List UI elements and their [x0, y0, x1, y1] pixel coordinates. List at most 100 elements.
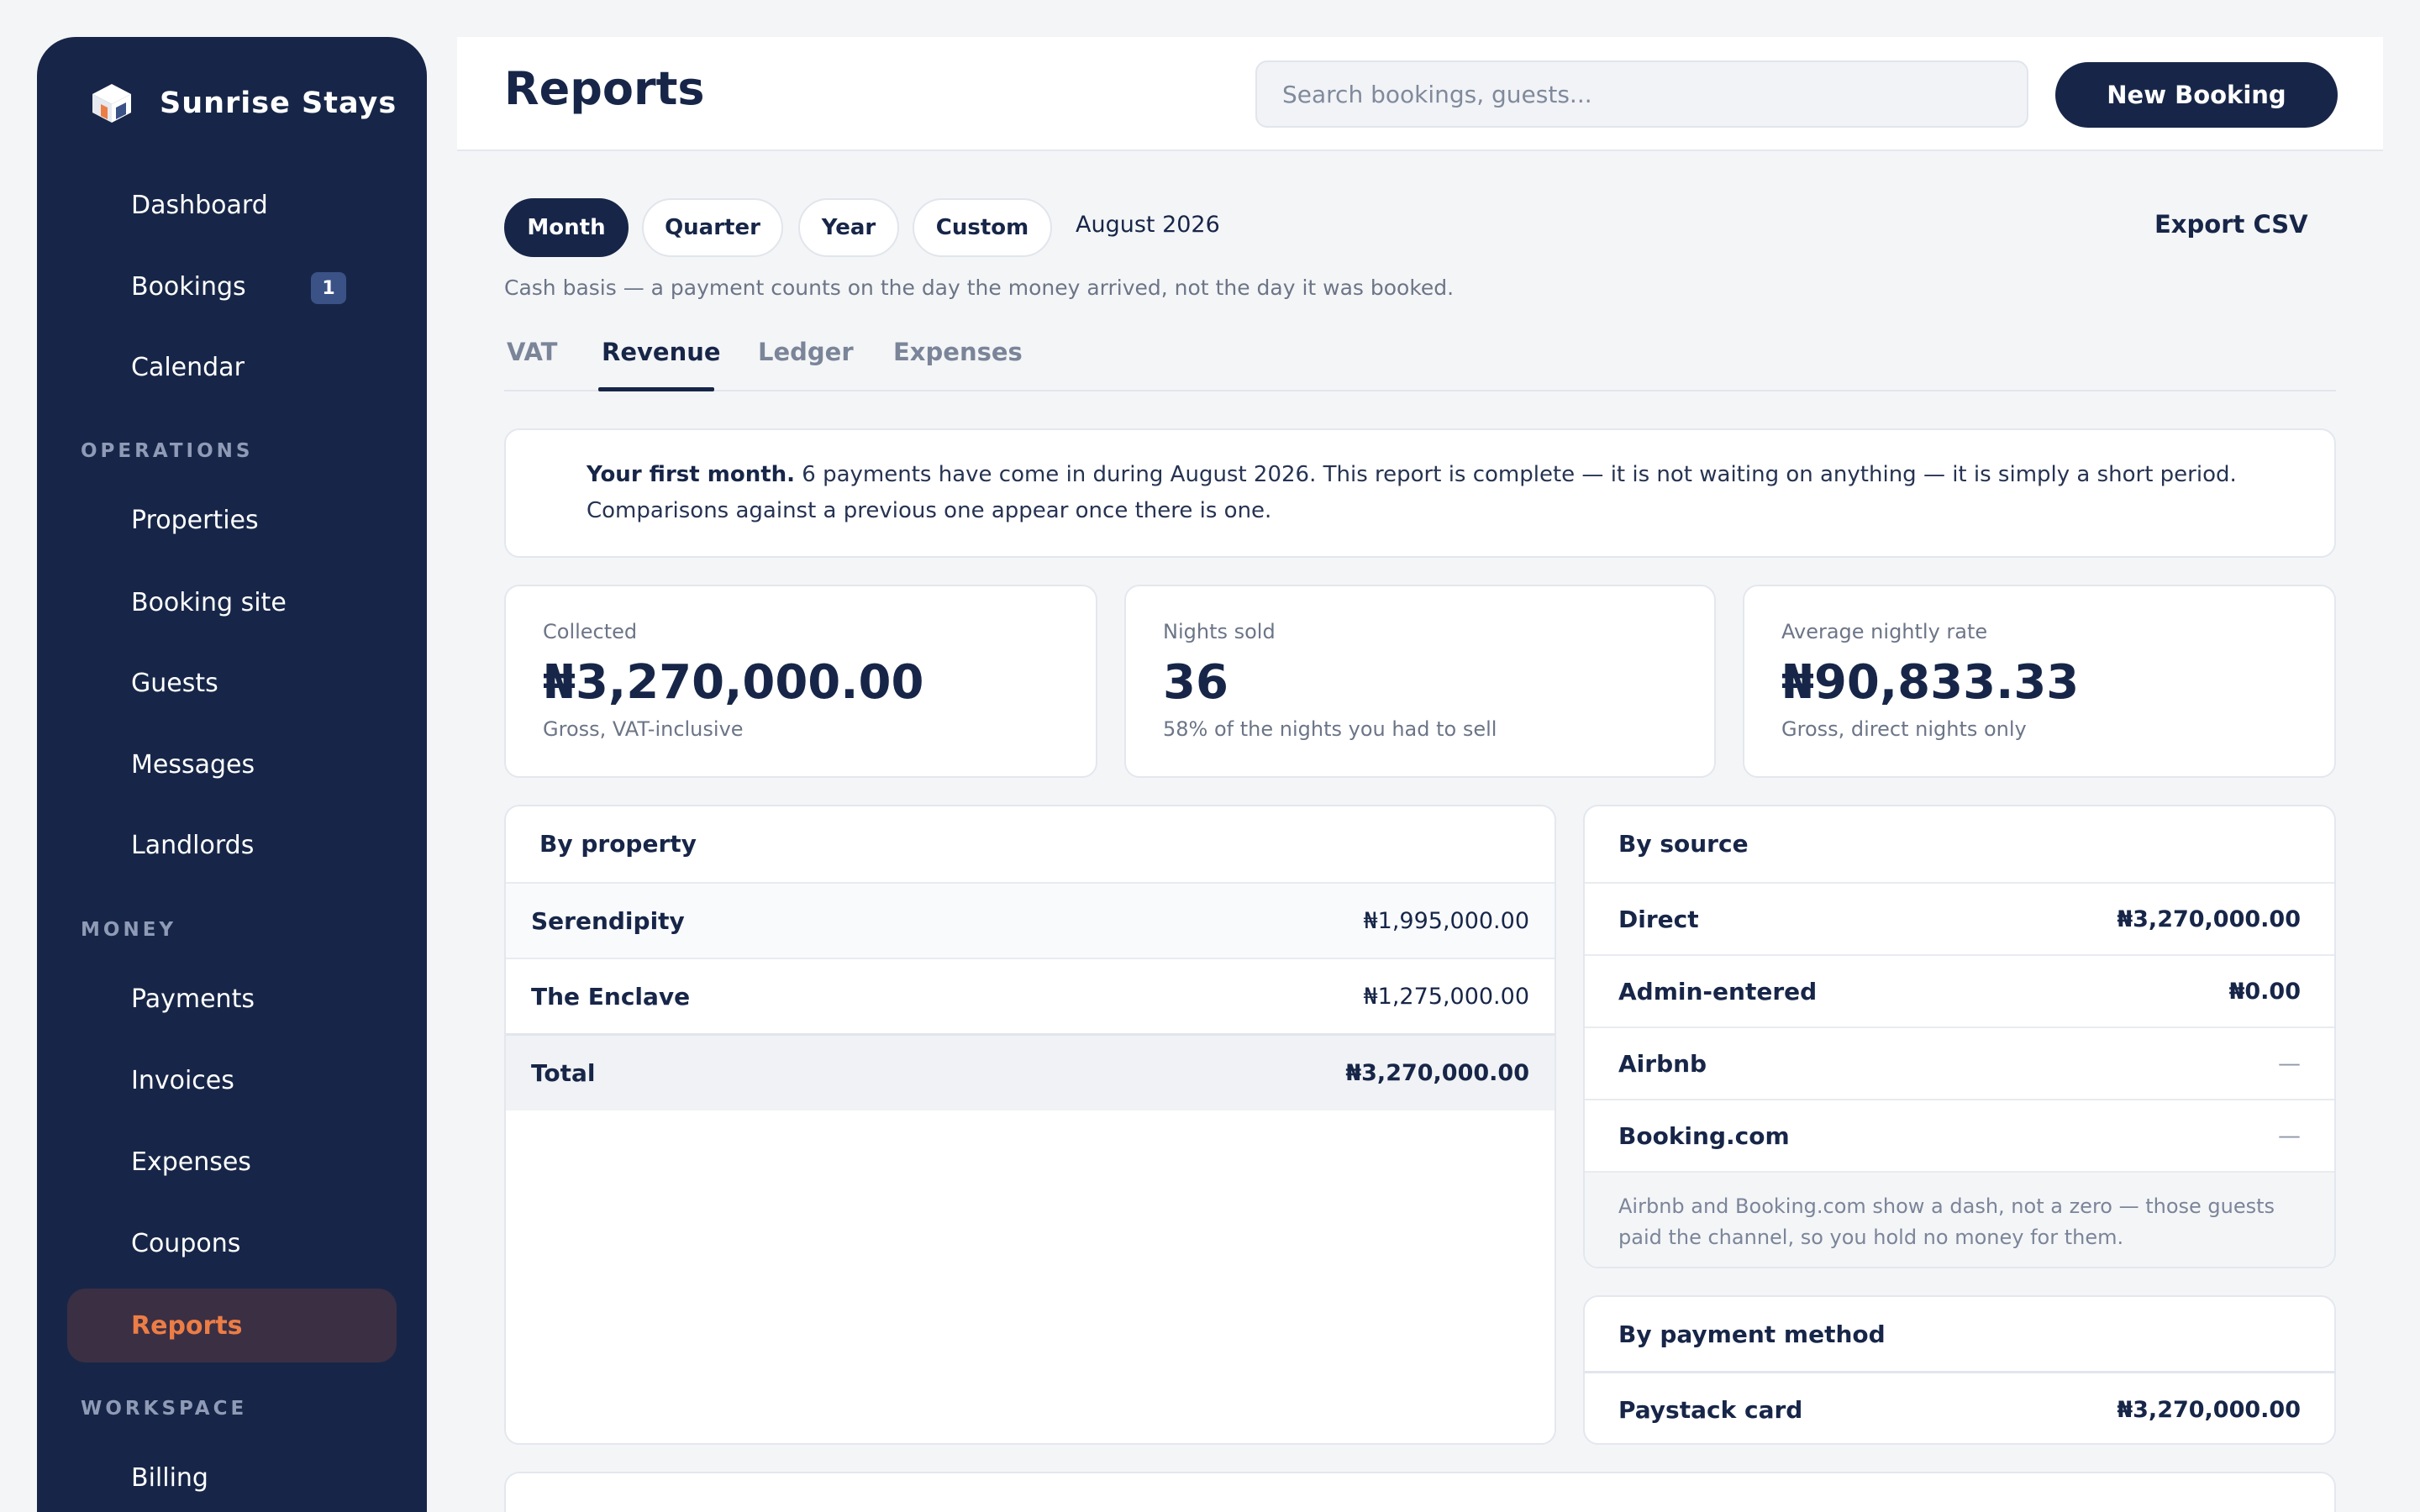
period-custom-button[interactable]: Custom: [913, 198, 1052, 257]
sidebar-item-label: Booking site: [131, 587, 287, 617]
table-row: Booking.com —: [1585, 1099, 2334, 1171]
sidebar-item-label: Expenses: [131, 1147, 251, 1177]
panel-title: By source: [1618, 830, 1749, 858]
kpi-label: Average nightly rate: [1781, 620, 1988, 643]
brand-name: Sunrise Stays: [160, 87, 397, 120]
total-label: Total: [531, 1059, 596, 1087]
kpi-label: Nights sold: [1163, 620, 1276, 643]
sidebar-item-booking-site[interactable]: Booking site: [67, 565, 397, 639]
sidebar-item-label: Landlords: [131, 830, 255, 860]
tabs-divider: [504, 390, 2336, 391]
sidebar-item-label: Coupons: [131, 1228, 241, 1258]
kpi-nights-sold-card: Nights sold 36 58% of the nights you had…: [1124, 585, 1716, 778]
brand-logo-icon: [92, 84, 131, 123]
sidebar-item-label: Calendar: [131, 352, 245, 382]
sidebar-item-calendar[interactable]: Calendar: [67, 330, 397, 404]
table-row: The Enclave ₦1,275,000.00: [506, 958, 1555, 1033]
sidebar-item-label: Dashboard: [131, 190, 268, 220]
tab-revenue[interactable]: Revenue: [602, 338, 721, 366]
cash-basis-note: Cash basis — a payment counts on the day…: [504, 276, 1455, 300]
total-amount: ₦3,270,000.00: [1345, 1060, 1529, 1086]
table-row: Direct ₦3,270,000.00: [1585, 882, 2334, 954]
sidebar-item-expenses[interactable]: Expenses: [67, 1125, 397, 1199]
sidebar-item-label: Bookings: [131, 271, 246, 302]
sidebar-item-dashboard[interactable]: Dashboard: [67, 168, 397, 242]
source-amount: ₦0.00: [2228, 978, 2301, 1005]
page-title: Reports: [504, 62, 705, 115]
payment-method-amount: ₦3,270,000.00: [2117, 1397, 2301, 1423]
tab-ledger[interactable]: Ledger: [758, 338, 854, 366]
nav-section-workspace: WORKSPACE: [81, 1398, 248, 1420]
notice-lead: Your first month.: [587, 462, 796, 487]
total-row: Total ₦3,270,000.00: [506, 1033, 1555, 1110]
sidebar-item-coupons[interactable]: Coupons: [67, 1206, 397, 1280]
kpi-average-rate-card: Average nightly rate ₦90,833.33 Gross, d…: [1743, 585, 2336, 778]
table-row: Serendipity ₦1,995,000.00: [506, 882, 1555, 958]
property-name: Serendipity: [531, 906, 685, 935]
property-name: The Enclave: [531, 982, 691, 1011]
sidebar: Sunrise Stays Dashboard Bookings 1 Calen…: [37, 37, 427, 1512]
notice-body: 6 payments have come in during August 20…: [587, 462, 2237, 523]
source-amount: —: [2278, 1050, 2301, 1077]
tab-expenses[interactable]: Expenses: [893, 338, 1023, 366]
kpi-subtext: Gross, VAT-inclusive: [543, 717, 744, 741]
table-row: Admin-entered ₦0.00: [1585, 954, 2334, 1026]
source-name: Booking.com: [1618, 1121, 1790, 1150]
sidebar-item-landlords[interactable]: Landlords: [67, 808, 397, 882]
sidebar-item-label: Billing: [131, 1462, 208, 1493]
source-name: Direct: [1618, 905, 1699, 933]
source-name: Admin-entered: [1618, 977, 1818, 1005]
source-note: Airbnb and Booking.com show a dash, not …: [1585, 1171, 2334, 1267]
sidebar-item-reports[interactable]: Reports: [67, 1289, 397, 1362]
active-tab-indicator: [598, 387, 714, 391]
by-property-panel: By property Serendipity ₦1,995,000.00 Th…: [504, 805, 1556, 1445]
kpi-label: Collected: [543, 620, 638, 643]
brand[interactable]: Sunrise Stays: [89, 81, 397, 126]
source-amount: ₦3,270,000.00: [2117, 906, 2301, 932]
source-amount: —: [2278, 1122, 2301, 1149]
sidebar-item-label: Properties: [131, 505, 259, 535]
sidebar-item-label: Messages: [131, 749, 255, 780]
new-booking-button[interactable]: New Booking: [2055, 62, 2338, 128]
panel-title: By payment method: [1618, 1320, 1886, 1348]
source-name: Airbnb: [1618, 1049, 1707, 1078]
period-quarter-button[interactable]: Quarter: [642, 198, 783, 257]
sidebar-item-invoices[interactable]: Invoices: [67, 1043, 397, 1117]
reconciliation-card: [504, 1472, 2336, 1512]
sidebar-item-messages[interactable]: Messages: [67, 727, 397, 801]
top-header: Reports New Booking: [457, 37, 2383, 151]
tab-vat[interactable]: VAT: [507, 338, 557, 366]
export-csv-button[interactable]: Export CSV: [2154, 210, 2308, 239]
property-amount: ₦1,995,000.00: [1363, 907, 1529, 934]
by-source-panel: By source Direct ₦3,270,000.00 Admin-ent…: [1583, 805, 2336, 1268]
period-month-button[interactable]: Month: [504, 198, 629, 257]
property-amount: ₦1,275,000.00: [1363, 983, 1529, 1010]
kpi-subtext: 58% of the nights you had to sell: [1163, 717, 1497, 741]
sidebar-item-guests[interactable]: Guests: [67, 646, 397, 720]
sidebar-item-label: Invoices: [131, 1065, 234, 1095]
period-year-button[interactable]: Year: [798, 198, 899, 257]
notice-text: Your first month. 6 payments have come i…: [587, 457, 2301, 529]
table-row: Airbnb —: [1585, 1026, 2334, 1099]
bookings-count-badge: 1: [311, 272, 346, 304]
sidebar-item-label: Payments: [131, 984, 255, 1014]
by-payment-method-panel: By payment method Paystack card ₦3,270,0…: [1583, 1295, 2336, 1445]
sidebar-item-payments[interactable]: Payments: [67, 962, 397, 1036]
payment-method-name: Paystack card: [1618, 1396, 1803, 1424]
sidebar-item-billing[interactable]: Billing: [67, 1441, 397, 1512]
sidebar-item-properties[interactable]: Properties: [67, 483, 397, 557]
kpi-value: 36: [1163, 655, 1228, 710]
nav-section-operations: OPERATIONS: [81, 440, 254, 462]
nav-section-money: MONEY: [81, 919, 177, 941]
period-label: August 2026: [1076, 212, 1220, 238]
sidebar-item-bookings[interactable]: Bookings 1: [67, 249, 397, 323]
panel-title: By property: [539, 830, 697, 858]
sidebar-item-label: Reports: [131, 1310, 243, 1341]
sidebar-item-label: Guests: [131, 668, 218, 698]
kpi-subtext: Gross, direct nights only: [1781, 717, 2027, 741]
table-row: Paystack card ₦3,270,000.00: [1585, 1371, 2334, 1443]
kpi-value: ₦3,270,000.00: [543, 655, 924, 710]
search-input[interactable]: [1255, 60, 2028, 128]
kpi-value: ₦90,833.33: [1781, 655, 2080, 710]
kpi-collected-card: Collected ₦3,270,000.00 Gross, VAT-inclu…: [504, 585, 1097, 778]
